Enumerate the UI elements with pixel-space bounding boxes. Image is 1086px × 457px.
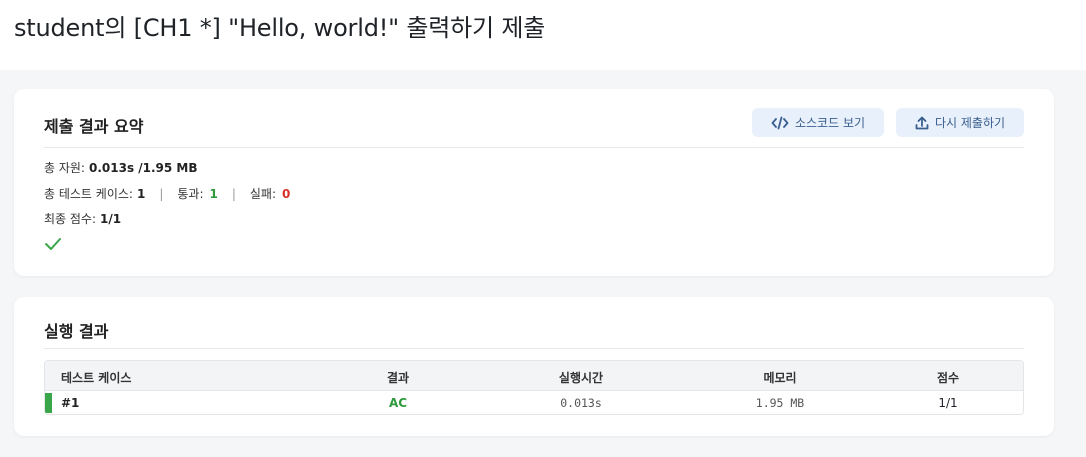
check-icon [44,236,62,255]
column-header-text: 실행시간 [558,371,604,385]
view-source-button[interactable]: 소스코드 보기 [752,108,884,137]
tests-value: 1 [136,187,146,201]
score-label: 최종 점수: [44,212,97,226]
test-case-cell: #1 [61,396,80,410]
column-header-text: 결과 [386,371,410,385]
summary-heading: 제출 결과 요약 [44,117,144,136]
resource-label: 총 자원: [44,161,85,175]
results-divider [44,348,1024,349]
final-score-line: 최종 점수: 1/1 [44,210,121,227]
table-header: 테스트 케이스 결과 실행시간 메모리 점수 [45,361,1023,391]
column-header-text: 점수 [936,371,960,385]
results-heading: 실행 결과 [44,322,109,341]
time-value: 0.013s [560,396,602,410]
pass-label: 통과: [177,187,204,201]
column-header: 테스트 케이스 [61,371,132,385]
view-source-label: 소스코드 보기 [794,116,866,130]
summary-divider [44,147,1024,148]
column-header-text: 메모리 [763,371,797,385]
page-header: student의 [CH1 *] "Hello, world!" 출력하기 제출 [0,0,1086,70]
resubmit-label: 다시 제출하기 [934,116,1006,130]
fail-label: 실패: [249,187,277,201]
result-value: AC [388,396,408,410]
score-value: 1/1 [938,396,958,410]
results-table: 테스트 케이스 결과 실행시간 메모리 점수 #1 AC 0.013s 1.95… [44,360,1024,415]
memory-value: 1.95 MB [755,396,805,410]
page-title: student의 [CH1 *] "Hello, world!" 출력하기 제출 [14,14,546,42]
table-row[interactable]: #1 AC 0.013s 1.95 MB 1/1 [45,391,1023,414]
pass-count: 1 [209,187,218,201]
resource-value: 0.013s /1.95 MB [88,161,198,175]
upload-icon [915,116,929,130]
total-resource-line: 총 자원: 0.013s /1.95 MB [44,159,198,176]
resubmit-button[interactable]: 다시 제출하기 [896,108,1024,137]
submission-summary-card: 제출 결과 요약 소스코드 보기 다시 제출하기 총 자원: 0.013s /1.… [14,89,1054,276]
separator: | [159,187,164,201]
execution-result-card: 실행 결과 테스트 케이스 결과 실행시간 메모리 점수 #1 AC 0.013… [14,297,1054,436]
status-bar [45,393,52,413]
score-value: 1/1 [100,212,122,226]
code-icon [771,116,789,130]
test-case-line: 총 테스트 케이스: 1 | 통과: 1 | 실패: 0 [44,185,290,202]
separator: | [231,187,236,201]
tests-label: 총 테스트 케이스: [44,187,133,201]
fail-count: 0 [282,187,291,201]
